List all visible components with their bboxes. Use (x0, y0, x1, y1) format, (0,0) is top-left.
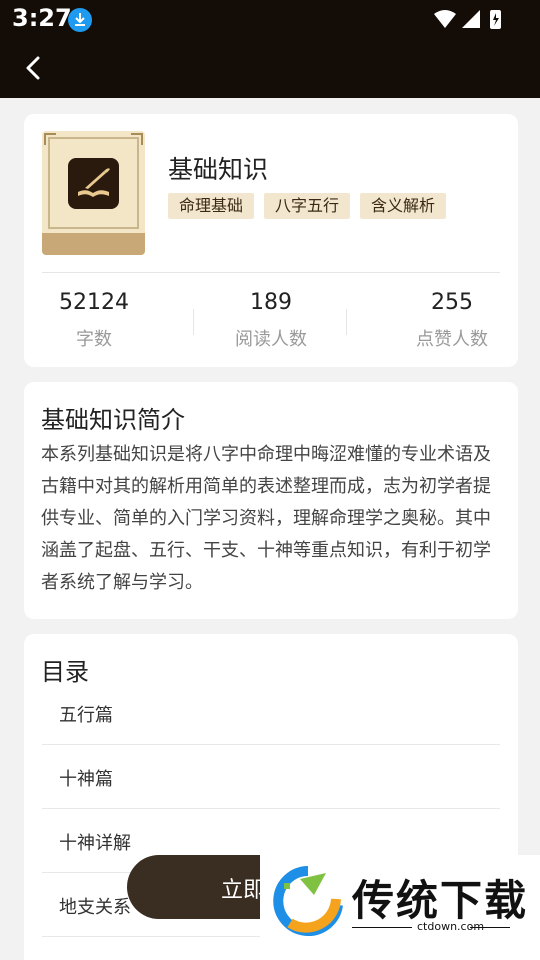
stat-divider (193, 309, 194, 335)
intro-card: 基础知识简介 本系列基础知识是将八字中命理中晦涩难懂的专业术语及古籍中对其的解析… (24, 382, 518, 619)
watermark: 传统下载 ctdown.com (260, 855, 540, 960)
stat-label: 字数 (76, 329, 112, 350)
book-tag[interactable]: 含义解析 (360, 193, 447, 219)
intro-heading: 基础知识简介 (41, 406, 185, 434)
stat-divider (346, 309, 347, 335)
intro-text: 本系列基础知识是将八字中命理中晦涩难懂的专业术语及古籍中对其的解析用简单的表述整… (41, 444, 491, 593)
download-icon (68, 8, 92, 32)
toc-item[interactable]: 十神篇 (42, 745, 500, 809)
stat-value: 189 (250, 290, 292, 315)
toc-item-label: 地支关系 (59, 897, 131, 918)
top-nav-bar (0, 38, 540, 98)
toc-item-label: 十神详解 (59, 833, 131, 854)
back-button[interactable] (18, 52, 50, 84)
stat-label: 点赞人数 (416, 329, 488, 350)
watermark-brand: 传统下载 (352, 876, 529, 925)
book-tag[interactable]: 命理基础 (168, 193, 255, 219)
stat-value: 52124 (59, 290, 129, 315)
book-cover (42, 131, 145, 255)
toc-item-label: 五行篇 (59, 705, 113, 726)
stat-readers: 189 阅读人数 (201, 290, 341, 351)
stat-label: 阅读人数 (235, 329, 307, 350)
book-title: 基础知识 (168, 155, 269, 184)
book-quill-icon (68, 158, 119, 209)
book-tag[interactable]: 八字五行 (264, 193, 351, 219)
status-time: 3:27 (12, 4, 72, 32)
stat-value: 255 (431, 290, 473, 315)
system-status-icons (434, 10, 501, 29)
toc-item-label: 十神篇 (59, 769, 113, 790)
chevron-left-icon (26, 56, 40, 80)
status-bar: 3:27 (0, 0, 540, 38)
toc-item[interactable]: 五行篇 (42, 681, 500, 745)
divider (42, 272, 500, 273)
stat-likes: 255 点赞人数 (382, 290, 522, 351)
stat-word-count: 52124 字数 (24, 290, 164, 351)
book-tags: 命理基础 八字五行 含义解析 (168, 193, 447, 219)
watermark-logo-icon (273, 866, 343, 936)
book-info-card: 基础知识 命理基础 八字五行 含义解析 52124 字数 189 阅读人数 25… (24, 114, 518, 367)
read-now-label: 立即 (221, 878, 266, 903)
